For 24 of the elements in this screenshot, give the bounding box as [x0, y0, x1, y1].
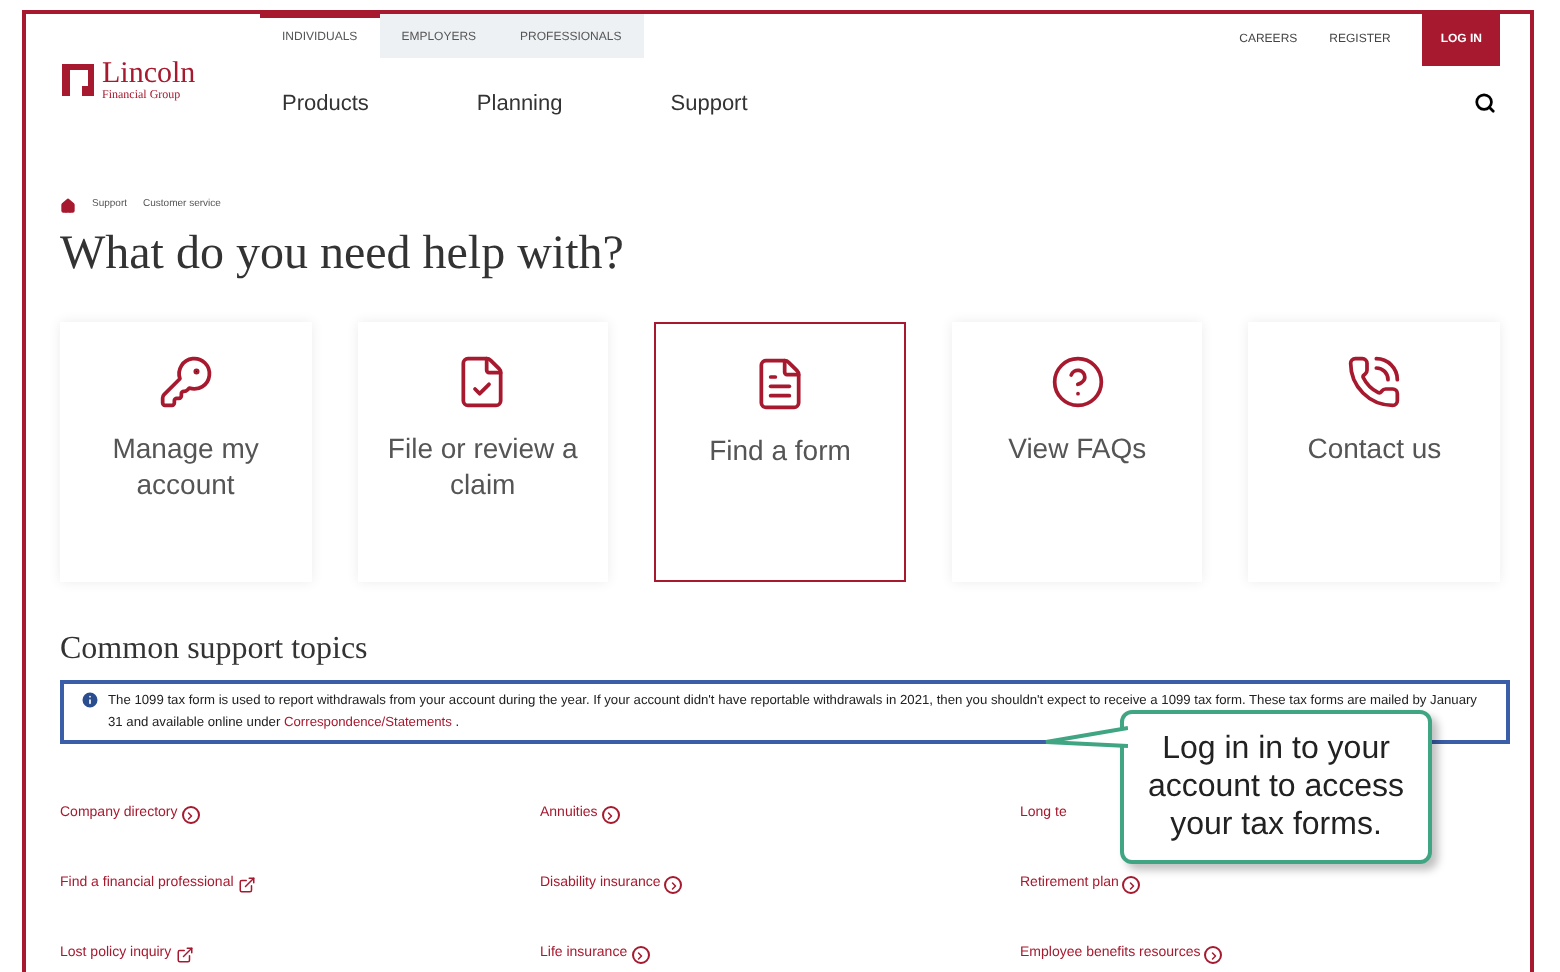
home-icon[interactable]: [60, 197, 76, 213]
help-card[interactable]: File or review a claim: [357, 321, 609, 581]
external-link-icon: [237, 876, 256, 894]
external-link-icon: [175, 946, 194, 964]
callout-text: Log in in to your account to access your tax forms.: [1145, 730, 1407, 844]
card-label: View FAQs: [1006, 429, 1149, 465]
nav-link[interactable]: Products: [282, 88, 369, 121]
help-card[interactable]: Find a form: [654, 321, 906, 581]
card-label: Find a form: [707, 431, 853, 467]
card-label: File or review a claim: [385, 429, 580, 501]
search-icon[interactable]: [1474, 92, 1496, 114]
card-label: Manage my account: [110, 429, 261, 501]
key-icon: [157, 353, 214, 409]
question-icon: [1049, 353, 1106, 409]
info-icon: [80, 689, 100, 709]
card-label: Contact us: [1305, 429, 1444, 465]
help-card[interactable]: Contact us: [1248, 321, 1500, 581]
section-heading: Common support topics: [60, 629, 370, 669]
page-heading: What do you need help with?: [60, 229, 626, 277]
help-card[interactable]: View FAQs: [951, 321, 1203, 581]
help-card[interactable]: Manage my account: [60, 321, 312, 581]
nav-link[interactable]: Support: [670, 88, 748, 121]
phone-icon: [1346, 353, 1403, 409]
nav-link[interactable]: Planning: [476, 88, 563, 121]
